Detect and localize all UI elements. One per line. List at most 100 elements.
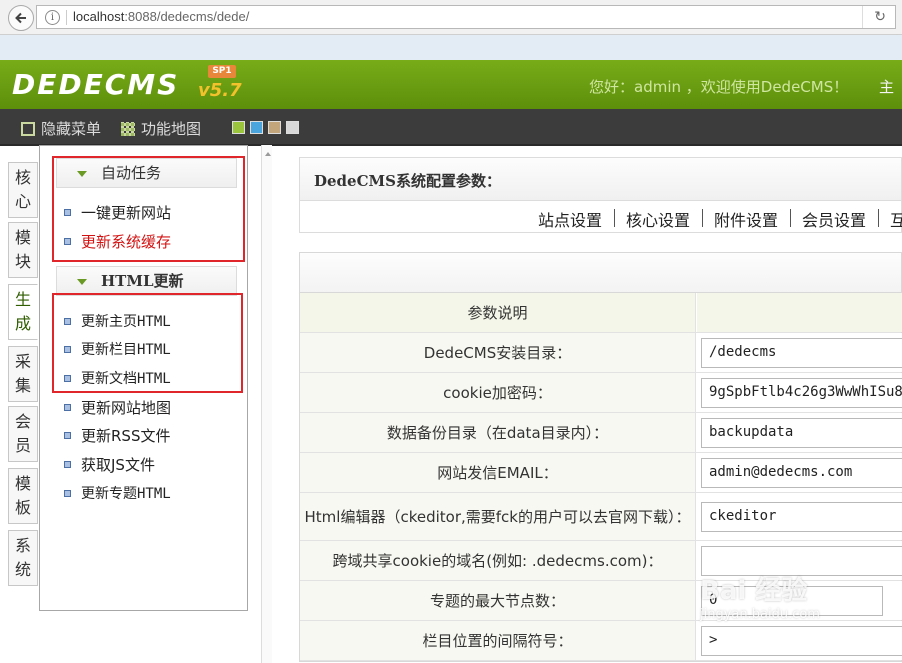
side-tab-char: 系	[14, 536, 31, 555]
browser-tab-strip	[0, 35, 902, 60]
param-label: Html编辑器（ckeditor,需要fck的用户可以去官网下载）：	[300, 493, 696, 540]
menu-item-label: 更新RSS文件	[81, 427, 171, 445]
main-link[interactable]: 主	[879, 76, 894, 97]
side-tab-char: 板	[14, 498, 31, 517]
menu-item-label: 更新网站地图	[81, 399, 172, 417]
top-toolbar: 隐藏菜单 功能地图	[0, 109, 902, 146]
side-tab-char: 集	[14, 376, 31, 395]
param-label: 栏目位置的间隔符号：	[300, 621, 696, 660]
side-tab-char: 块	[14, 252, 31, 271]
backup-dir-field[interactable]: backupdata	[701, 418, 902, 448]
logo-text: DEDECMS	[12, 68, 180, 101]
address-separator	[66, 10, 67, 25]
menu-item-label: 更新专题HTML	[81, 486, 171, 502]
side-tab-core[interactable]: 核心	[8, 162, 38, 218]
collapse-triangle-icon	[77, 279, 87, 285]
bullet-icon	[64, 404, 71, 411]
side-tab-char: 员	[14, 436, 31, 455]
tab-attachment-settings[interactable]: 附件设置	[714, 207, 778, 231]
info-icon[interactable]: i	[45, 10, 60, 25]
param-label: DedeCMS安装目录：	[300, 333, 696, 372]
tab-separator	[878, 209, 879, 227]
back-button[interactable]	[8, 5, 34, 31]
skin-swatch-brown[interactable]	[268, 121, 281, 134]
highlight-box-auto-tasks	[52, 156, 245, 262]
config-tabs: 站点设置 核心设置 附件设置 会员设置 互	[299, 201, 902, 233]
site-map-label: 功能地图	[141, 120, 202, 138]
side-tab-collect[interactable]: 采集	[8, 346, 38, 402]
side-tab-templates[interactable]: 模板	[8, 468, 38, 524]
grid-icon	[121, 121, 135, 136]
side-tab-char: 会	[14, 412, 31, 431]
menu-item-label: 获取JS文件	[81, 456, 155, 474]
bullet-icon	[64, 489, 71, 497]
config-title-bar: DedeCMS系统配置参数：	[299, 157, 902, 201]
tab-core-settings[interactable]: 核心设置	[626, 207, 690, 231]
table-row: Html编辑器（ckeditor,需要fck的用户可以去官网下载）： ckedi…	[300, 493, 902, 541]
table-row: 数据备份目录（在data目录内）： backupdata	[300, 413, 902, 453]
side-tab-modules[interactable]: 模块	[8, 222, 38, 278]
bullet-icon	[64, 461, 71, 468]
position-separator-field[interactable]: >	[701, 626, 902, 656]
editor-field[interactable]: ckeditor	[701, 502, 902, 532]
logo-version: v5.7	[198, 80, 242, 101]
tab-site-settings[interactable]: 站点设置	[538, 207, 602, 231]
email-field[interactable]: admin@dedecms.com	[701, 458, 902, 488]
tab-separator	[702, 209, 703, 227]
hide-menu-label: 隐藏菜单	[41, 120, 102, 138]
refresh-icon[interactable]: ↻	[874, 9, 886, 25]
column-header-value	[697, 293, 902, 332]
side-tab-members[interactable]: 会员	[8, 406, 38, 462]
side-tab-char: 心	[14, 192, 31, 211]
table-header-row: 参数说明	[300, 293, 902, 333]
side-tab-system[interactable]: 系统	[8, 530, 38, 586]
frame-scrollbar[interactable]	[262, 145, 272, 663]
side-tab-char: 核	[14, 168, 31, 187]
menu-item-update-rss[interactable]: 更新RSS文件	[64, 425, 170, 446]
cookie-key-field[interactable]: 9gSpbFtlb4c26g3WwWhISu8d3	[701, 378, 902, 408]
skin-swatch-green[interactable]	[232, 121, 245, 134]
side-tab-char: 采	[14, 352, 31, 371]
side-tab-generate[interactable]: 生成	[8, 284, 38, 340]
menu-item-update-topic[interactable]: 更新专题HTML	[64, 483, 171, 503]
skin-swatch-gray[interactable]	[286, 121, 299, 134]
skin-swatch-blue[interactable]	[250, 121, 263, 134]
tab-separator	[614, 209, 615, 227]
bullet-icon	[64, 432, 71, 439]
hide-menu-button[interactable]: 隐藏菜单	[21, 118, 101, 139]
table-row: DedeCMS安装目录： /dedecms	[300, 333, 902, 373]
param-label: 数据备份目录（在data目录内）：	[300, 413, 696, 452]
address-bar[interactable]: i localhost:8088/dedecms/dede/ ↻	[36, 5, 896, 29]
table-row: cookie加密码： 9gSpbFtlb4c26g3WwWhISu8d3	[300, 373, 902, 413]
watermark-sub: jingyan.baidu.com	[700, 607, 820, 622]
watermark: Bai 经验 jingyan.baidu.com	[700, 570, 820, 622]
menu-group-title: HTML更新	[101, 272, 184, 290]
side-tab-char: 模	[14, 228, 31, 247]
install-dir-field[interactable]: /dedecms	[701, 338, 902, 368]
panel-icon	[21, 121, 35, 136]
tab-member-settings[interactable]: 会员设置	[802, 207, 866, 231]
param-label: 跨域共享cookie的域名(例如: .dedecms.com)：	[300, 541, 696, 580]
side-tab-char: 生	[14, 290, 31, 309]
table-row: 网站发信EMAIL： admin@dedecms.com	[300, 453, 902, 493]
menu-item-update-sitemap[interactable]: 更新网站地图	[64, 397, 171, 418]
menu-group-html-update[interactable]: HTML更新	[56, 266, 237, 296]
site-map-button[interactable]: 功能地图	[121, 118, 201, 139]
logo[interactable]: DEDECMS v5.7 SP1	[12, 65, 242, 102]
tab-interaction-settings[interactable]: 互	[890, 207, 902, 231]
column-header-param: 参数说明	[300, 293, 696, 332]
refresh-separator	[862, 6, 863, 28]
welcome-text: 您好：admin ，欢迎使用DedeCMS！	[589, 78, 849, 96]
menu-item-get-js[interactable]: 获取JS文件	[64, 454, 155, 475]
param-label: cookie加密码：	[300, 373, 696, 412]
url-path: :8088/dedecms/dede/	[124, 9, 250, 24]
side-tab-char: 模	[14, 474, 31, 493]
table-row: 栏目位置的间隔符号： >	[300, 621, 902, 661]
url-host: localhost	[73, 9, 125, 24]
tab-separator	[790, 209, 791, 227]
back-arrow-icon	[15, 12, 26, 24]
url-text[interactable]: localhost:8088/dedecms/dede/	[73, 9, 249, 24]
scroll-up-arrow-icon[interactable]	[265, 152, 271, 156]
watermark-text: Bai 经验	[700, 576, 808, 606]
browser-toolbar: i localhost:8088/dedecms/dede/ ↻	[0, 0, 902, 35]
